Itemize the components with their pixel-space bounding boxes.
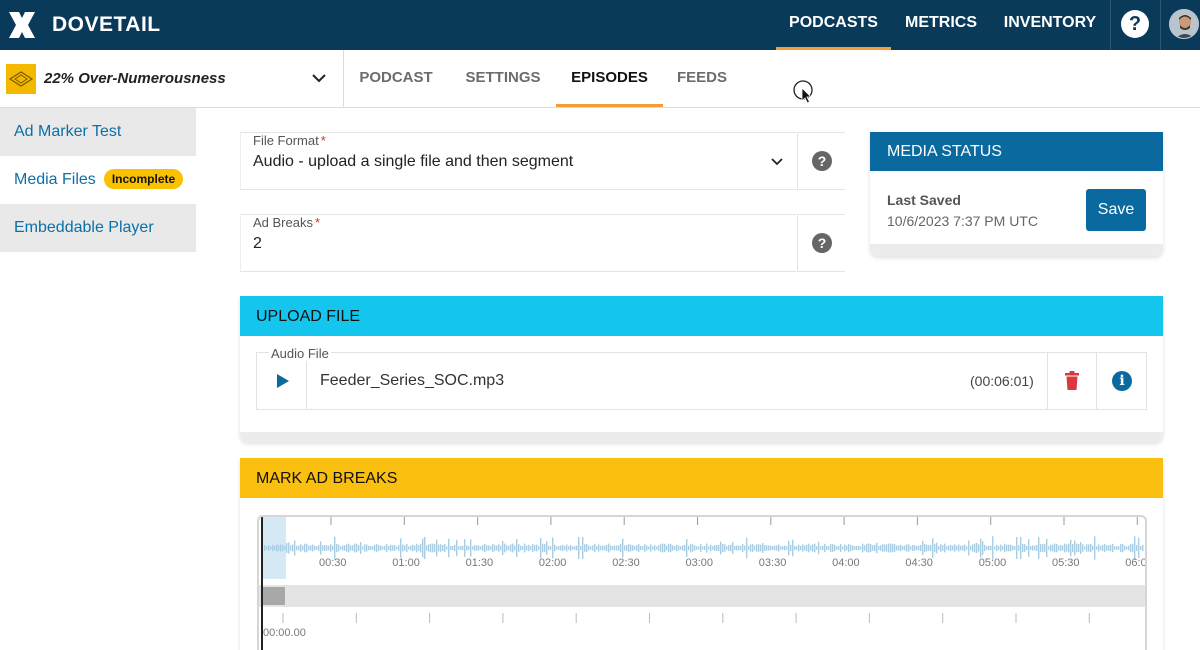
podcast-title: 22% Over-Numerousness	[44, 70, 226, 87]
save-button[interactable]: Save	[1086, 189, 1146, 231]
sidebar-item-label: Media Files	[14, 171, 96, 188]
sub-header: 22% Over-Numerousness PODCAST SETTINGS E…	[0, 50, 1200, 108]
file-info-button[interactable]: i	[1097, 353, 1147, 409]
podcast-selector[interactable]: 22% Over-Numerousness	[0, 50, 344, 107]
audio-file-label: Audio File	[269, 346, 331, 361]
ruler-start-label: 00:00.00	[263, 627, 306, 639]
ad-breaks-field[interactable]: Ad Breaks * 2	[240, 214, 796, 272]
timeline-scrollbar[interactable]	[259, 585, 1145, 607]
timeline-tick-label: 04:00	[832, 557, 860, 569]
mark-ad-breaks-card: MARK AD BREAKS 00:30 01:00 01:30 02:00 02:30…	[240, 458, 1163, 650]
file-format-select[interactable]: File Format * Audio - upload a single fil…	[240, 132, 796, 190]
timeline-tick-label: 02:00	[538, 557, 567, 569]
play-button[interactable]	[257, 353, 307, 409]
playhead-cursor[interactable]	[261, 517, 263, 650]
tab-settings[interactable]: SETTINGS	[448, 50, 558, 107]
upload-file-card: UPLOAD FILE Feeder_Series_SOC.mp3 (00:06…	[240, 296, 1163, 442]
required-mark: *	[314, 215, 321, 230]
timeline-tick-label: 00:30	[319, 557, 347, 569]
ad-breaks-label: Ad Breaks *	[253, 215, 320, 230]
file-format-value: Audio - upload a single file and then se…	[253, 153, 574, 170]
file-format-label-text: File Format	[253, 133, 319, 148]
tab-feeds[interactable]: FEEDS	[663, 50, 741, 107]
timeline-tick-label: 05:00	[978, 557, 1007, 569]
sidebar-item-ad-marker-test[interactable]: Ad Marker Test	[0, 108, 196, 156]
status-badge: Incomplete	[103, 169, 184, 189]
audio-waveform	[264, 517, 1144, 560]
last-saved-label: Last Saved	[887, 192, 961, 208]
question-circle-icon: ?	[812, 233, 832, 253]
question-circle-icon: ?	[812, 151, 832, 171]
waveform-editor[interactable]: 00:30 01:00 01:30 02:00 02:30 03:00 03:30 04:00…	[257, 515, 1147, 650]
brand-name: DOVETAIL	[52, 13, 161, 36]
nav-divider	[1110, 0, 1111, 50]
sidebar-item-label: Ad Marker Test	[14, 123, 122, 140]
nav-podcasts[interactable]: PODCASTS	[776, 0, 891, 50]
audio-file-duration: (00:06:01)	[970, 373, 1034, 389]
ad-breaks-label-text: Ad Breaks	[253, 215, 313, 230]
nav-divider	[1160, 0, 1161, 50]
tab-podcast[interactable]: PODCAST	[344, 50, 448, 107]
top-navbar: DOVETAIL PODCASTS METRICS INVENTORY ?	[0, 0, 1200, 50]
brand[interactable]: DOVETAIL	[6, 8, 161, 42]
nav-metrics[interactable]: METRICS	[891, 0, 991, 50]
trash-icon	[1065, 371, 1079, 390]
card-footer	[870, 244, 1163, 256]
ruler	[282, 613, 1090, 623]
file-format-help-button[interactable]: ?	[797, 132, 845, 190]
last-saved-value: 10/6/2023 7:37 PM UTC	[887, 213, 1038, 229]
upload-file-title: UPLOAD FILE	[240, 296, 1163, 336]
audio-file-row: Feeder_Series_SOC.mp3 (00:06:01) i	[256, 352, 1147, 410]
ad-breaks-help-button[interactable]: ?	[797, 214, 845, 272]
timeline-tick-label: 03:00	[685, 557, 714, 569]
tab-episodes[interactable]: EPISODES	[556, 50, 663, 107]
info-circle-icon: i	[1112, 371, 1132, 391]
timeline-tick-label: 06:0	[1125, 557, 1147, 569]
ad-breaks-value[interactable]: 2	[253, 235, 262, 253]
timeline-tick-label: 03:30	[758, 557, 787, 569]
dovetail-logo-icon	[6, 9, 38, 41]
sidebar-item-media-files[interactable]: Media Files Incomplete	[0, 156, 196, 204]
card-footer	[240, 432, 1163, 442]
help-icon[interactable]: ?	[1121, 10, 1149, 38]
media-status-title: MEDIA STATUS	[870, 132, 1163, 171]
file-format-label: File Format *	[253, 133, 326, 148]
sidebar-item-embeddable-player[interactable]: Embeddable Player	[0, 204, 196, 252]
sidebar-item-label: Embeddable Player	[14, 219, 154, 236]
nav-inventory[interactable]: INVENTORY	[991, 0, 1109, 50]
mouse-pointer-icon	[793, 79, 815, 105]
audio-file-name: Feeder_Series_SOC.mp3	[320, 372, 505, 389]
delete-file-button[interactable]	[1047, 353, 1097, 409]
timeline-tick-label: 05:30	[1052, 557, 1080, 569]
required-mark: *	[320, 133, 326, 148]
timeline-tick-label: 01:30	[465, 557, 494, 569]
timeline-tick-label: 01:00	[392, 557, 420, 569]
timeline-tick-label: 04:30	[905, 557, 933, 569]
avatar[interactable]	[1169, 9, 1199, 39]
scrollbar-thumb[interactable]	[261, 587, 285, 605]
podcast-artwork	[6, 64, 36, 94]
timeline-tick-label: 02:30	[612, 557, 640, 569]
media-status-card: MEDIA STATUS Last Saved 10/6/2023 7:37 P…	[870, 132, 1163, 256]
mark-ad-breaks-title: MARK AD BREAKS	[240, 458, 1163, 498]
play-icon	[277, 374, 289, 388]
chevron-down-icon[interactable]	[310, 69, 328, 87]
chevron-down-icon	[770, 155, 784, 169]
